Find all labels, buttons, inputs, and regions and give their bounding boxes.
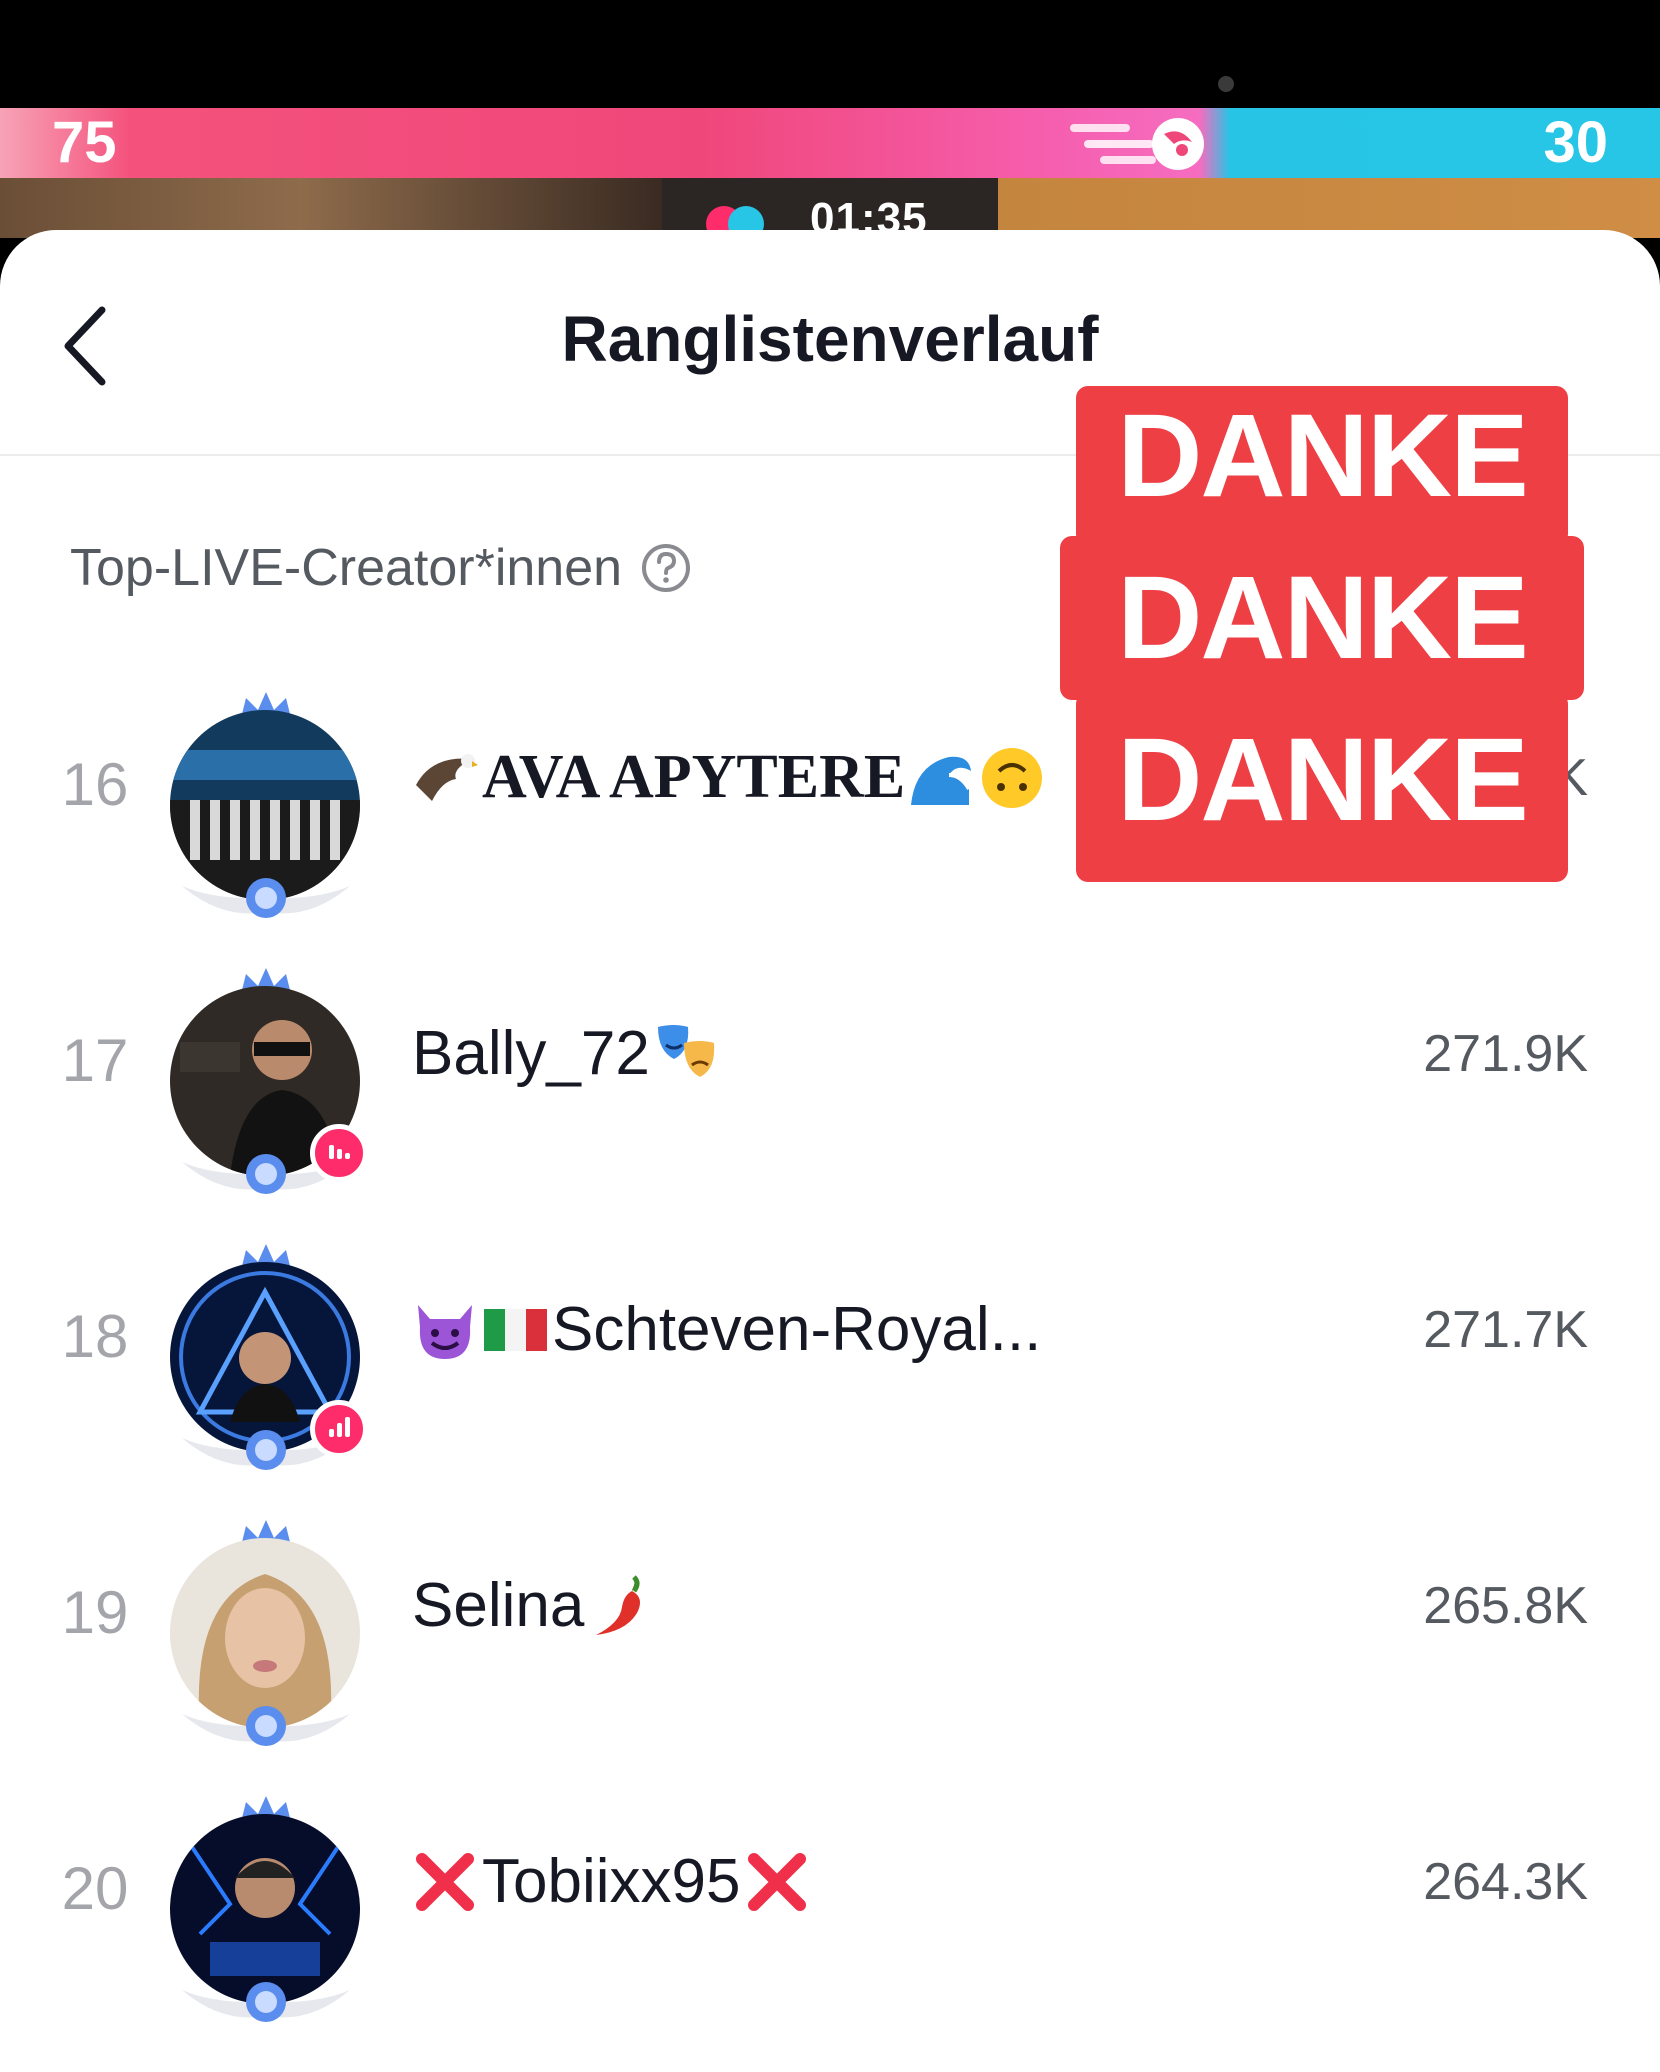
- comet-icon: [1070, 118, 1204, 170]
- danke-sticker-2: DANKE: [1060, 536, 1584, 700]
- score-value: 271.7K: [1423, 1301, 1588, 1359]
- username[interactable]: Schteven-Royal...: [412, 1294, 1041, 1365]
- username-text: Schteven-Royal...: [552, 1295, 1042, 1364]
- score-value: 271.9K: [1423, 1025, 1588, 1083]
- wave-emoji: [911, 756, 972, 805]
- battle-score-bar: 75 30: [0, 108, 1660, 178]
- rank-number: 17: [61, 1027, 129, 1094]
- username-text: AVA APYTERE: [482, 743, 906, 811]
- question-circle-icon[interactable]: [640, 542, 692, 594]
- rank-number: 18: [61, 1303, 129, 1370]
- username[interactable]: Bally_72: [412, 1018, 720, 1089]
- wings-frame-icon: [182, 1706, 350, 1746]
- danke-sticker-3: DANKE: [1076, 692, 1568, 882]
- wings-frame-icon: [182, 878, 350, 918]
- battle-score-left: 75: [52, 110, 117, 175]
- smiling-devil-emoji: [418, 1304, 472, 1359]
- upside-down-face-emoji: [982, 747, 1043, 808]
- cross-mark-emoji: [416, 1852, 474, 1911]
- username-text: Tobiixx95: [482, 1847, 741, 1916]
- battle-timer: 01:35: [662, 178, 998, 243]
- list-item[interactable]: 19 Selina 265.8K: [0, 1478, 1660, 1754]
- live-bars-icon: [329, 1417, 350, 1437]
- danke-sticker-1: DANKE: [1076, 386, 1568, 546]
- avatar[interactable]: [166, 690, 366, 918]
- avatar[interactable]: [166, 1518, 366, 1746]
- chili-pepper-emoji: [596, 1574, 641, 1635]
- eagle-emoji: [416, 753, 478, 801]
- username[interactable]: Selina: [412, 1570, 654, 1641]
- live-bars-icon: [329, 1145, 350, 1159]
- list-item[interactable]: 17 Bally_72 271.9K: [0, 926, 1660, 1202]
- username[interactable]: AVA APYTERE: [412, 742, 1045, 813]
- status-bar: [0, 0, 1660, 108]
- wings-frame-icon: [182, 1982, 350, 2022]
- italy-flag-emoji: [484, 1308, 547, 1351]
- list-item[interactable]: 20 Tobiixx95 264.3K: [0, 1754, 1660, 2030]
- rank-number: 19: [61, 1579, 129, 1646]
- battle-score-right: 30: [1543, 110, 1608, 175]
- live-badge: [310, 1124, 368, 1182]
- username-text: Bally_72: [412, 1019, 650, 1088]
- page-title: Ranglistenverlauf: [561, 303, 1099, 375]
- rank-number: 20: [61, 1855, 129, 1922]
- username[interactable]: Tobiixx95: [412, 1846, 810, 1917]
- performing-arts-emoji: [657, 1024, 715, 1077]
- username-text: Selina: [412, 1571, 585, 1640]
- avatar[interactable]: [166, 1242, 368, 1470]
- rank-number: 16: [61, 751, 129, 818]
- score-value: 265.8K: [1423, 1577, 1588, 1635]
- camera-cutout: [1218, 76, 1234, 92]
- avatar[interactable]: [166, 1794, 366, 2022]
- section-label: Top-LIVE-Creator*innen: [70, 538, 692, 598]
- avatar[interactable]: [166, 966, 368, 1194]
- section-label-text: Top-LIVE-Creator*innen: [70, 539, 623, 597]
- live-badge: [310, 1400, 368, 1458]
- list-item[interactable]: 18 Schteven-Royal... 271.7K: [0, 1202, 1660, 1478]
- cross-mark-emoji: [748, 1852, 807, 1911]
- score-value: 264.3K: [1423, 1853, 1588, 1911]
